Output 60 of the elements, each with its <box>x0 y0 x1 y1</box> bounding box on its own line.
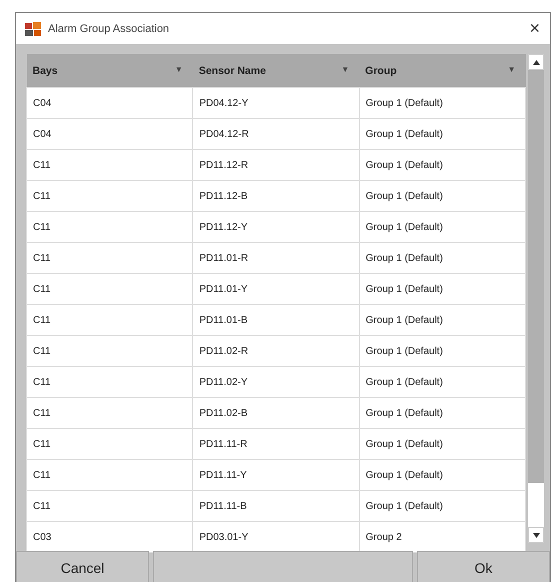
table-cell: C11 <box>26 460 193 490</box>
table-cell: PD11.01-Y <box>192 274 360 304</box>
table-cell: C11 <box>26 212 193 242</box>
table-cell: Group 1 (Default) <box>359 366 526 398</box>
table-cell: Group 1 (Default) <box>359 398 526 428</box>
table-cell: PD11.12-B <box>192 180 360 212</box>
table-cell: C11 <box>26 398 193 428</box>
table-cell: C11 <box>26 336 193 366</box>
table-cell: PD11.11-Y <box>192 460 360 490</box>
table-cell: PD03.01-Y <box>192 522 360 552</box>
ok-button[interactable]: Ok <box>417 551 550 582</box>
scroll-down-icon[interactable] <box>532 532 540 538</box>
table-cell: C11 <box>26 274 193 304</box>
table-cell: Group 1 (Default) <box>359 274 526 304</box>
filter-icon[interactable]: ▼ <box>341 64 350 74</box>
table-cell: PD11.12-Y <box>192 212 360 242</box>
column-header[interactable]: Sensor Name ▼ <box>192 54 360 88</box>
scrollbar[interactable] <box>528 54 544 543</box>
table-cell: Group 1 (Default) <box>359 212 526 242</box>
table-cell: C11 <box>26 304 193 336</box>
table-cell: C11 <box>26 366 193 398</box>
table-cell: PD11.01-R <box>192 242 360 274</box>
table-cell: C11 <box>26 490 193 522</box>
table-cell: C04 <box>26 88 193 118</box>
filter-icon[interactable]: ▼ <box>508 64 516 74</box>
scroll-thumb[interactable] <box>528 70 544 483</box>
table-cell: Group 1 (Default) <box>359 118 526 150</box>
table-cell: Group 1 (Default) <box>359 304 526 336</box>
column-header[interactable]: Bays ▼ <box>26 54 193 88</box>
filter-icon[interactable]: ▼ <box>174 64 183 74</box>
table-cell: PD11.11-R <box>192 428 360 460</box>
table-cell: PD04.12-R <box>192 118 360 150</box>
scroll-up-icon[interactable] <box>532 60 540 64</box>
cancel-button[interactable]: Cancel <box>16 551 149 582</box>
table-cell: PD11.11-B <box>192 490 360 522</box>
table-cell: Group 1 (Default) <box>359 490 526 522</box>
table-cell: PD11.01-B <box>192 304 360 336</box>
table-cell: C04 <box>26 118 193 150</box>
table-cell: C11 <box>26 428 193 460</box>
table-cell: C03 <box>26 522 193 552</box>
table-cell: PD11.02-B <box>192 398 360 428</box>
table-cell: PD11.02-R <box>192 336 360 366</box>
table-cell: Group 1 (Default) <box>359 460 526 490</box>
table-cell: Group 1 (Default) <box>359 428 526 460</box>
column-header[interactable]: Group ▼ <box>359 54 526 88</box>
table-cell: Group 1 (Default) <box>359 150 526 180</box>
table-cell: PD11.02-Y <box>192 366 360 398</box>
table-cell: Group 1 (Default) <box>359 242 526 274</box>
table-cell: Group 2 <box>359 522 526 552</box>
table-cell: C11 <box>26 150 193 180</box>
window-title: Alarm Group Association <box>48 22 170 34</box>
close-button[interactable]: × <box>527 18 542 39</box>
table-cell: Group 1 (Default) <box>359 336 526 366</box>
table-cell: C11 <box>26 180 193 212</box>
table-cell: Group 1 (Default) <box>359 88 526 118</box>
app-icon <box>24 20 42 36</box>
table-cell: C11 <box>26 242 193 274</box>
table-cell: Group 1 (Default) <box>359 180 526 212</box>
table-cell: PD11.12-R <box>192 150 360 180</box>
table-cell: PD04.12-Y <box>192 88 360 118</box>
